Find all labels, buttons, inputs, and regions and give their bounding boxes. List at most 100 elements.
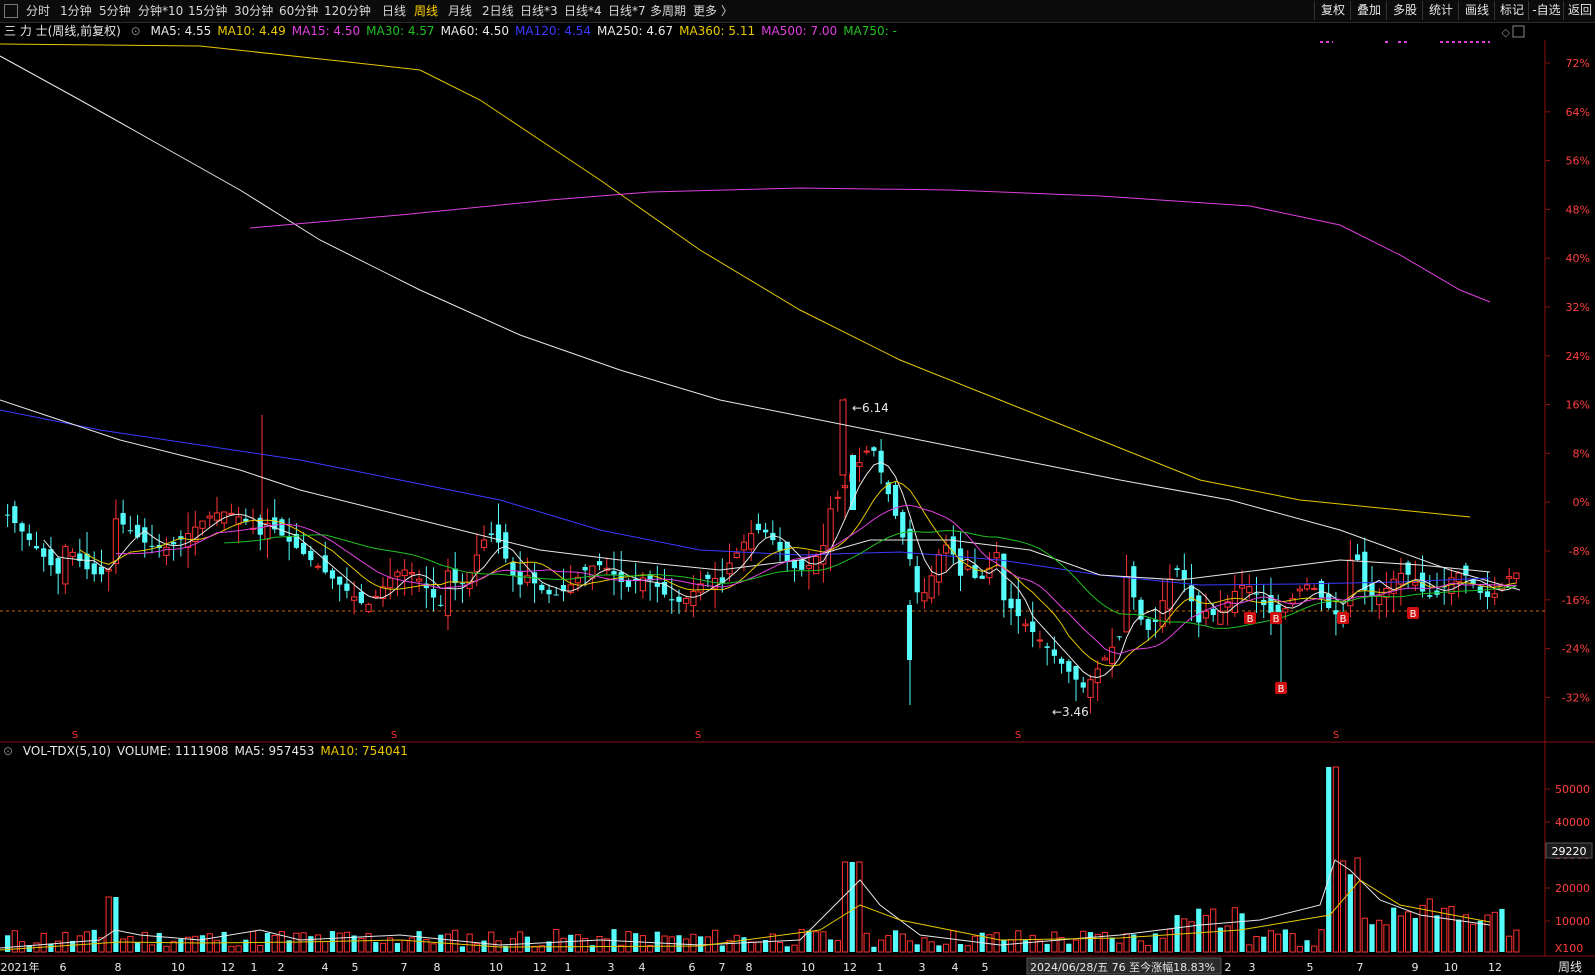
volume-bar [928,941,935,953]
sell-signal-marker: S [1333,730,1339,741]
candle-body [127,530,133,532]
volume-bar [1318,929,1325,953]
volume-bar [1391,907,1397,952]
candle-body [1282,608,1289,613]
volume-bar [899,933,906,953]
volume-bar [1080,930,1087,953]
sell-signal-marker: S [391,730,397,741]
volume-bar [1469,923,1477,953]
volume-bar [235,945,242,953]
ma-line-ma60 [0,399,1491,581]
volume-bar [1029,934,1036,953]
volume-tick-label: 10000 [1555,915,1590,928]
volume-bar [192,935,199,953]
ma-line-ma500 [249,187,1491,303]
time-axis-label: 6 [60,961,67,974]
candle-body [1051,649,1057,656]
candle-body [813,555,820,575]
candle-body [33,546,40,549]
candle-body [1174,568,1180,571]
price-tick-label: 16% [1566,399,1590,412]
diamond-icon: ◇ [1502,26,1511,39]
candle-body [1376,595,1383,606]
volume-bar [127,935,134,953]
time-axis-label: 10 [489,961,503,974]
candle-body [763,529,769,533]
max-price-label: ←6.14 [852,401,889,415]
volume-bar [459,946,466,952]
volume-bar [48,943,54,952]
candle-body [539,584,545,591]
time-axis-label: 5 [352,961,359,974]
candle-body [228,512,235,515]
candle-body [430,589,437,598]
time-axis-label: 7 [401,961,408,974]
volume-bar [1246,944,1253,953]
volume-bar [574,934,582,953]
candle-body [1253,593,1260,595]
candle-body [473,554,480,573]
candle-body [1036,639,1044,642]
volume-bar [524,936,530,952]
candle-body [654,583,660,587]
candle-body [914,566,920,593]
candle-body [892,484,899,516]
volume-bar [249,930,257,953]
volume-bar [683,938,690,953]
candle-body [1123,576,1130,633]
volume-bar [76,935,83,953]
volume-bar [1426,898,1433,953]
ma-line-ma250 [0,55,1521,591]
candle-body [1238,584,1246,589]
price-tick-label: 48% [1566,203,1590,216]
candle-body [900,512,906,538]
volume-bar [488,931,495,953]
candle-body [12,506,18,524]
volume-bar [921,937,928,953]
volume-tick-label: 20000 [1555,882,1590,895]
volume-bar [466,933,473,953]
volume-bar [1448,906,1455,953]
candle-body [1008,598,1014,609]
candle-body [308,550,314,561]
candle-body [1412,581,1419,586]
volume-bar [1087,932,1094,952]
volume-bar [213,939,221,953]
candle-body [206,515,213,519]
volume-bar [1441,907,1448,953]
volume-bar [661,935,668,953]
candle-body [408,572,415,575]
buy-signal-label: B [1410,609,1417,620]
time-axis-label: 10 [1444,961,1458,974]
candle-body [1513,572,1520,580]
candle-body [805,564,813,569]
chart-canvas[interactable]: ◇ 72% 64% 56% 48% 40% 32% 24% 16% 8% 0% -8% -16% -24%… [0,0,1595,975]
candle-body [1015,599,1021,617]
buy-signal-label: B [1278,684,1285,695]
volume-bar [957,944,964,952]
volume-bar [1477,920,1483,952]
buy-signal-label: B [1247,614,1254,625]
candle-body [1217,610,1224,625]
volume-bar [351,935,357,952]
volume-bar [993,932,1000,953]
volume-bar [1007,939,1015,953]
volume-bar [1434,915,1440,952]
candle-body [683,597,690,604]
candle-body [387,577,394,589]
volume-bar [1224,925,1231,953]
candle-body [444,570,452,617]
period-label: 周线 [1558,960,1582,974]
candle-body [142,527,148,543]
volume-bar [942,943,950,953]
volume-bar [1196,908,1202,952]
volume-bar [1239,913,1245,952]
candle-body [510,562,516,576]
candle-body [748,533,755,550]
volume-bar [1404,911,1412,953]
volume-bar [1484,914,1491,953]
candle-body [1196,595,1202,623]
volume-bar [517,931,524,953]
min-price-label: ←3.46 [1052,705,1089,719]
candle-body [1354,554,1361,560]
